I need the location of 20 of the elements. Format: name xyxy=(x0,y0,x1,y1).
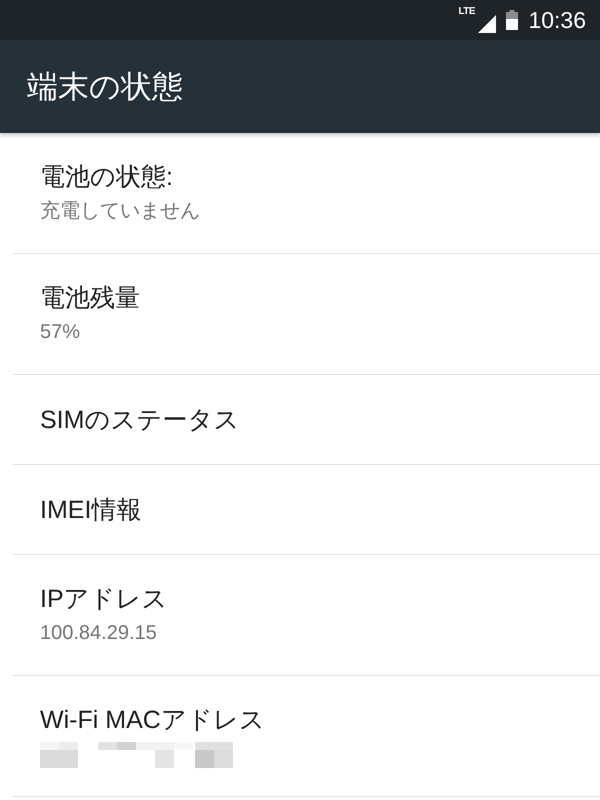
clock-time: 10:36 xyxy=(528,7,586,33)
settings-list-item[interactable]: 電池の状態: 充電していません xyxy=(13,133,600,254)
network-type-label: LTE xyxy=(458,7,476,17)
item-title: 電池の状態: xyxy=(40,162,174,193)
screen-title: 端末の状態 xyxy=(27,68,183,106)
item-summary: 100.84.29.15 xyxy=(40,621,158,646)
signal-strength-icon xyxy=(478,15,496,33)
settings-list-item[interactable]: SIMのステータス xyxy=(13,375,600,465)
item-title: 電池残量 xyxy=(40,283,141,314)
item-title: SIMのステータス xyxy=(40,404,240,436)
settings-list-item[interactable]: IPアドレス 100.84.29.15 xyxy=(13,555,600,676)
battery-icon xyxy=(506,10,518,30)
settings-list-item[interactable]: 電池残量 57% xyxy=(13,254,600,375)
item-title: IMEI情報 xyxy=(40,494,142,526)
settings-list-item[interactable]: Wi-Fi MACアドレス xyxy=(13,676,600,797)
item-summary: 充電していません xyxy=(40,199,201,224)
item-summary: 57% xyxy=(40,320,82,345)
item-title: IPアドレス xyxy=(40,584,169,615)
item-title: Wi-Fi MACアドレス xyxy=(40,705,266,736)
settings-list-item[interactable]: IMEI情報 xyxy=(13,465,600,555)
